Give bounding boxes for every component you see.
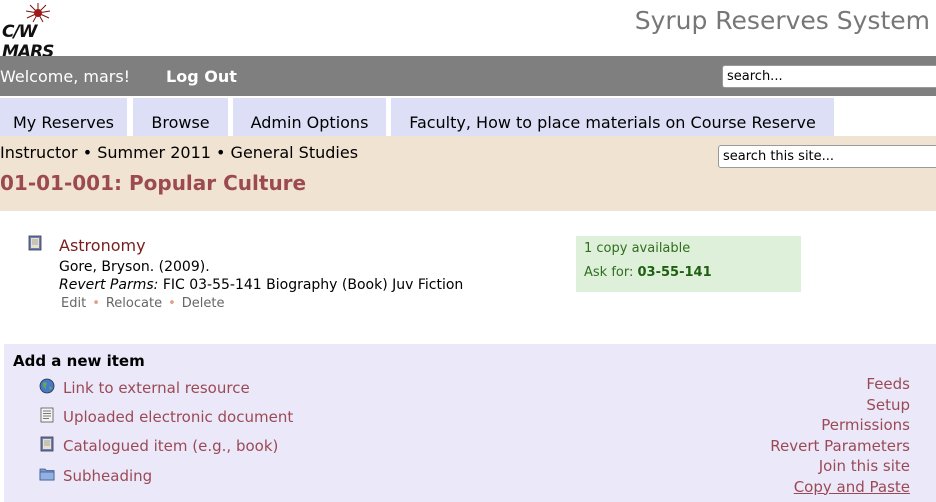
ask-call-number: 03-55-141 [637, 265, 712, 280]
item-author: Gore, Bryson. (2009). [59, 259, 210, 275]
add-catalogued-item[interactable]: Catalogued item (e.g., book) [63, 437, 278, 455]
top-nav-bar: Welcome, mars! Log Out [0, 56, 936, 96]
add-subheading[interactable]: Subheading [63, 467, 152, 485]
separator: • [168, 296, 176, 311]
reserve-item: Astronomy Gore, Bryson. (2009). Revert P… [0, 230, 936, 320]
course-header: Instructor • Summer 2011 • General Studi… [0, 136, 936, 211]
revert-parameters-link[interactable]: Revert Parameters [770, 436, 910, 457]
item-title-link[interactable]: Astronomy [59, 236, 146, 255]
item-call-number: Revert Parms: FIC 03-55-141 Biography (B… [59, 277, 463, 293]
copies-available: 1 copy available [584, 241, 691, 256]
permissions-link[interactable]: Permissions [770, 415, 910, 436]
book-icon [39, 436, 55, 452]
tab-my-reserves[interactable]: My Reserves [0, 98, 127, 136]
folder-icon [39, 466, 55, 482]
add-uploaded-document[interactable]: Uploaded electronic document [63, 408, 293, 426]
cw-mars-logo[interactable]: C/W MARS [2, 2, 80, 62]
site-admin-links: Feeds Setup Permissions Revert Parameter… [770, 374, 910, 497]
call-value: FIC 03-55-141 Biography (Book) Juv Ficti… [158, 277, 464, 293]
logout-link[interactable]: Log Out [166, 67, 237, 86]
search-input[interactable] [722, 65, 936, 88]
setup-link[interactable]: Setup [770, 395, 910, 416]
ask-label: Ask for: [584, 265, 638, 280]
tab-admin-options[interactable]: Admin Options [233, 98, 386, 136]
document-icon [39, 407, 55, 423]
tab-faculty-how-to[interactable]: Faculty, How to place materials on Cours… [391, 98, 834, 136]
page-header: C/W MARS Syrup Reserves System [0, 0, 936, 62]
join-site-link[interactable]: Join this site [770, 456, 910, 477]
copy-paste-link[interactable]: Copy and Paste [770, 477, 910, 498]
app-title: Syrup Reserves System [634, 6, 930, 35]
ask-for: Ask for: 03-55-141 [584, 265, 712, 280]
tab-browse[interactable]: Browse [133, 98, 228, 136]
item-actions: Edit • Relocate • Delete [61, 296, 224, 311]
globe-icon [39, 378, 55, 394]
add-item-heading: Add a new item [13, 352, 145, 370]
availability-box: 1 copy available Ask for: 03-55-141 [576, 236, 801, 292]
add-link-external-resource[interactable]: Link to external resource [63, 379, 250, 397]
separator: • [92, 296, 100, 311]
add-item-panel: Add a new item Link to external resource… [4, 344, 936, 502]
breadcrumb: Instructor • Summer 2011 • General Studi… [0, 143, 359, 162]
welcome-text: Welcome, mars! [0, 67, 131, 86]
book-icon [27, 235, 43, 251]
main-tabs: My Reserves Browse Admin Options Faculty… [0, 96, 936, 136]
feeds-link[interactable]: Feeds [770, 374, 910, 395]
relocate-link[interactable]: Relocate [106, 296, 162, 311]
edit-link[interactable]: Edit [61, 296, 86, 311]
site-search-input[interactable] [718, 145, 936, 168]
call-label: Revert Parms: [59, 277, 159, 293]
course-title: 01-01-001: Popular Culture [0, 171, 307, 195]
delete-link[interactable]: Delete [182, 296, 225, 311]
